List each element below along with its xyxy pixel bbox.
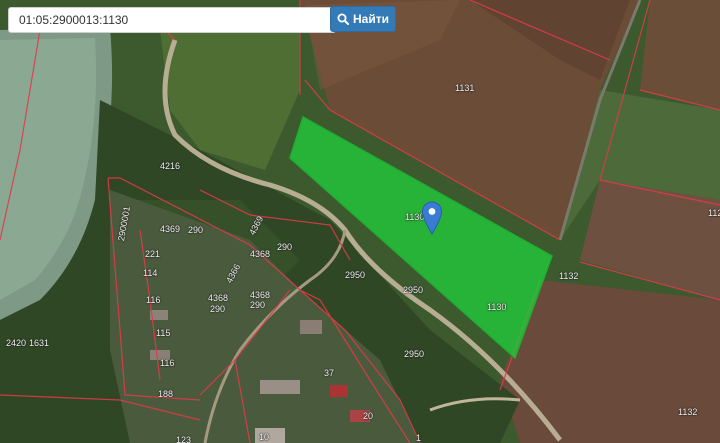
parcel-label: 2950 — [345, 270, 366, 280]
parcel-label: 4216 — [160, 161, 181, 171]
parcel-label: 221 — [145, 249, 161, 259]
search-button[interactable]: Найти — [330, 6, 396, 32]
search-icon — [337, 13, 349, 25]
parcel-label: 1130 — [487, 302, 507, 312]
parcel-label: 290 — [188, 225, 204, 235]
satellite-map[interactable]: 1131 1130 1130 1132 1132 1121 4216 4369 … — [0, 0, 720, 443]
parcel-label: 116 — [160, 358, 175, 368]
parcel-label: 188 — [158, 389, 174, 399]
parcel-label: 4368 — [208, 293, 229, 303]
parcel-label: 2420 — [6, 338, 27, 348]
parcel-label: 20 — [363, 411, 374, 421]
parcel-label: 4368 — [250, 290, 271, 300]
parcel-label: 2950 — [403, 285, 424, 295]
satellite-imagery — [0, 0, 720, 443]
parcel-label: 1131 — [455, 83, 475, 93]
parcel-label: 1132 — [678, 407, 698, 417]
cadastral-search-input[interactable] — [8, 7, 336, 33]
parcel-label: 1631 — [29, 338, 50, 348]
parcel-label: 1121 — [708, 208, 720, 218]
search-button-label: Найти — [353, 12, 389, 26]
parcel-label: 37 — [324, 368, 335, 378]
location-pin-icon[interactable] — [421, 201, 443, 235]
parcel-label: 4369 — [160, 224, 181, 234]
parcel-label: 290 — [250, 300, 266, 310]
parcel-label: 290 — [277, 242, 293, 252]
parcel-label: 114 — [143, 268, 158, 278]
parcel-label: 1 — [416, 433, 422, 443]
parcel-label: 4368 — [250, 249, 271, 259]
parcel-label: 123 — [176, 435, 192, 443]
parcel-label: 10 — [259, 432, 270, 442]
parcel-label: 1132 — [559, 271, 579, 281]
parcel-label: 115 — [156, 328, 171, 338]
parcel-label: 2950 — [404, 349, 425, 359]
parcel-label: 290 — [210, 304, 226, 314]
parcel-label: 116 — [146, 295, 161, 305]
